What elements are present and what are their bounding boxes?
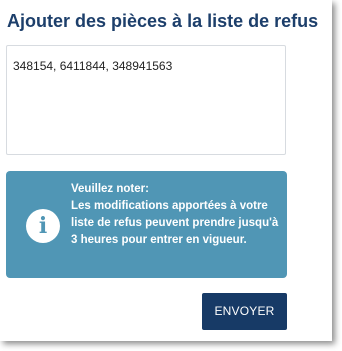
notice-body: Les modifications apportées à votre list… [71,200,279,246]
submit-button[interactable]: ENVOYER [202,293,287,330]
parts-textarea[interactable]: 348154, 6411844, 348941563 [6,45,286,155]
notice-text: Veuillez noter: Les modifications apport… [71,181,281,249]
info-icon-glyph: i [38,213,48,239]
info-icon: i [26,209,60,243]
page-title: Ajouter des pièces à la liste de refus [7,11,319,31]
notice-heading: Veuillez noter: [71,183,149,195]
add-parts-panel: Ajouter des pièces à la liste de refus 3… [0,0,332,341]
info-notice: i Veuillez noter: Les modifications appo… [6,171,287,278]
